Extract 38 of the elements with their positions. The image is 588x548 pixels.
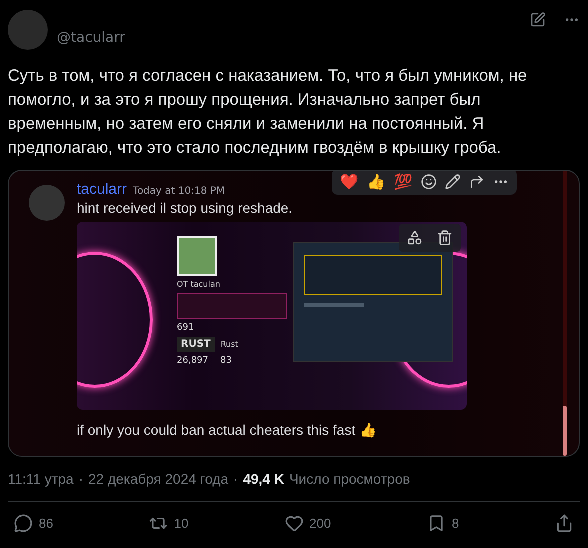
- timestamp: Today at 10:18 PM: [133, 186, 226, 197]
- avatar: [29, 185, 65, 221]
- separator-dot: ·: [78, 471, 84, 487]
- repost-button[interactable]: 10: [149, 514, 189, 533]
- speech-bubble-icon: [14, 514, 33, 533]
- forward-icon[interactable]: [469, 174, 485, 190]
- reaction-button[interactable]: 👍: [367, 173, 386, 191]
- pencil-icon[interactable]: [445, 174, 461, 190]
- reply-button[interactable]: 86: [14, 514, 54, 533]
- share-icon: [555, 514, 574, 533]
- game-logo: RUST: [177, 337, 215, 352]
- shapes-icon[interactable]: [407, 230, 423, 246]
- reaction-button[interactable]: 💯: [394, 173, 413, 191]
- chat-message: if only you could ban actual cheaters this fast 👍: [77, 422, 378, 438]
- achievement-count: 83: [220, 356, 232, 366]
- smiley-icon[interactable]: [421, 174, 437, 190]
- scroll-thumb[interactable]: [563, 406, 567, 456]
- view-count: 49,4 K: [243, 471, 284, 487]
- badge-count: 691: [177, 323, 196, 333]
- post-text: Суть в том, что я согласен с наказанием. То, что я был умником, не помогло, и за это я прошу прощения. Изначально запрет был временным, но затем его сняли и заменили на постоянный. Я предполагаю, что это стало последним гвоздём в крышку гроба.: [8, 66, 528, 159]
- trash-icon[interactable]: [437, 230, 453, 246]
- share-button[interactable]: [555, 514, 574, 533]
- user-handle[interactable]: @tacularr: [57, 30, 521, 46]
- game-name: Rust: [220, 340, 238, 349]
- views-label: Число просмотров: [289, 471, 410, 487]
- reaction-button[interactable]: ❤: [340, 173, 359, 191]
- profile-name: OT taculan: [177, 280, 222, 289]
- like-button[interactable]: 200: [284, 514, 332, 533]
- photo-placeholder: [177, 236, 217, 276]
- chat-message: hint received il stop using reshade.: [77, 200, 294, 216]
- edit-icon[interactable]: [530, 12, 546, 28]
- heart-icon: [284, 514, 304, 533]
- separator-dot: ·: [234, 471, 238, 487]
- bookmark-button[interactable]: 8: [426, 514, 460, 533]
- hours-count: 26,897: [177, 356, 208, 366]
- post-date[interactable]: 22 декабря 2024 года: [88, 471, 229, 487]
- username: tacularr: [77, 181, 128, 198]
- post-time[interactable]: 11:11 утра: [8, 471, 74, 487]
